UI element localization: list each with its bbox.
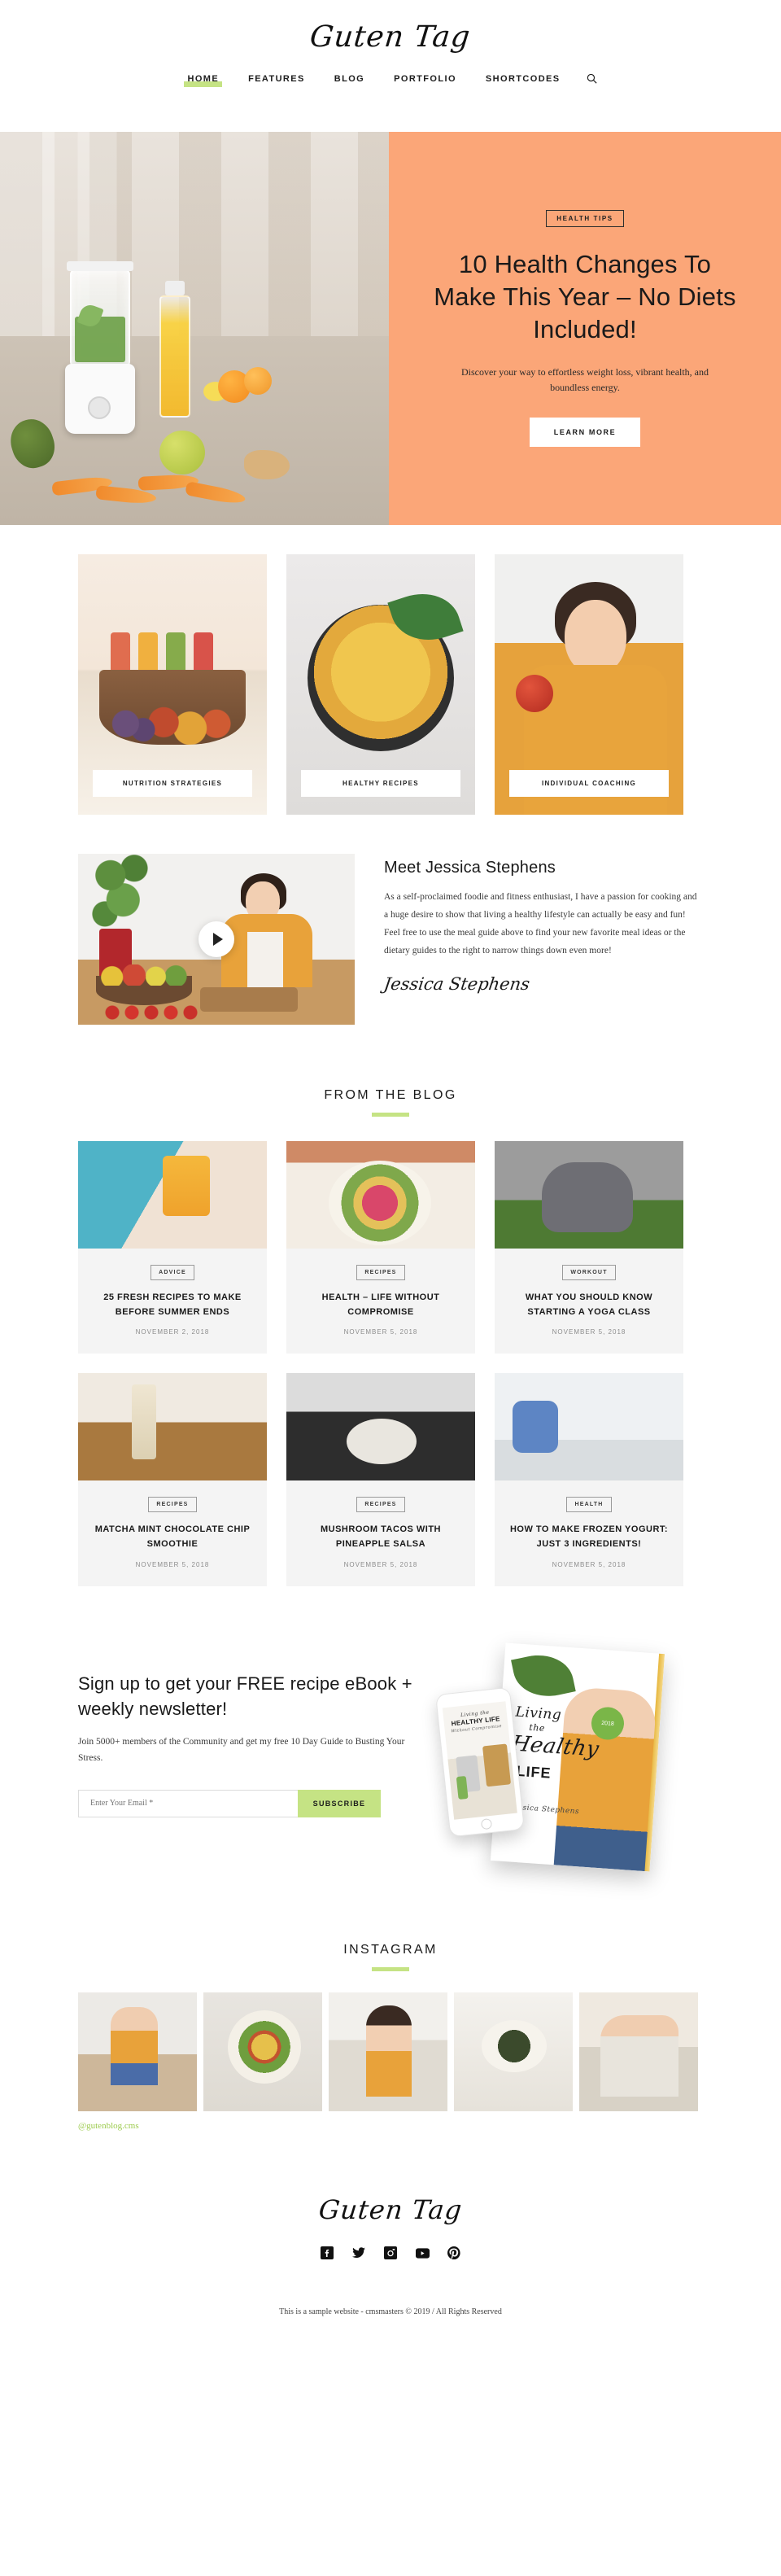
nav-item-portfolio[interactable]: PORTFOLIO [379,72,471,85]
about-title: Meet Jessica Stephens [384,859,556,877]
blog-post-title[interactable]: 25 FRESH RECIPES TO MAKE BEFORE SUMMER E… [89,1290,255,1319]
category-label[interactable]: INDIVIDUAL COACHING [509,770,669,797]
blog-post-image [286,1141,475,1249]
learn-more-button[interactable]: LEARN MORE [529,418,641,448]
hero-subtitle: Discover your way to effortless weight l… [460,365,709,394]
blog-post-category[interactable]: RECIPES [356,1265,405,1280]
category-label[interactable]: NUTRITION STRATEGIES [93,770,252,797]
blog-post-date: NOVEMBER 5, 2018 [552,1560,626,1568]
instagram-icon[interactable] [384,2246,398,2260]
blog-post-title[interactable]: WHAT YOU SHOULD KNOW STARTING A YOGA CLA… [506,1290,672,1319]
category-cards: NUTRITION STRATEGIES HEALTHY RECIPES IND… [0,525,781,815]
blog-section-title: FROM THE BLOG [324,1088,457,1102]
blog-post-image [286,1373,475,1481]
hero-tag-badge: HEALTH TIPS [546,209,624,227]
newsletter-product-mockup: Living the Healthy LIFE 2018 Jessica Ste… [435,1642,703,1879]
search-icon[interactable] [575,72,609,85]
newsletter-section: Sign up to get your FREE recipe eBook + … [0,1586,781,1879]
blog-post-card[interactable]: ADVICE 25 FRESH RECIPES TO MAKE BEFORE S… [78,1141,267,1354]
blog-post-image [495,1373,683,1481]
hero-title: 10 Health Changes To Make This Year – No… [434,249,736,344]
blog-post-title[interactable]: MATCHA MINT CHOCOLATE CHIP SMOOTHIE [89,1522,255,1551]
newsletter-subtitle: Join 5000+ members of the Community and … [78,1737,405,1764]
blog-post-title[interactable]: HEALTH – LIFE WITHOUT COMPROMISE [298,1290,464,1319]
instagram-section-header: INSTAGRAM [0,1879,781,1971]
site-footer: Guten Tag This is a sample website - cms… [0,2131,781,2338]
blog-post-card[interactable]: HEALTH HOW TO MAKE FROZEN YOGURT: JUST 3… [495,1373,683,1586]
email-field[interactable] [78,1789,298,1817]
nav-item-blog[interactable]: BLOG [320,72,379,85]
blog-post-title[interactable]: MUSHROOM TACOS WITH PINEAPPLE SALSA [298,1522,464,1551]
instagram-grid [0,1971,781,2111]
about-text: Meet Jessica Stephens As a self-proclaim… [382,854,703,995]
newsletter-title: Sign up to get your FREE recipe eBook + … [78,1673,412,1720]
instagram-handle[interactable]: @gutenblog.cms [0,2111,781,2131]
phone-home-button [480,1817,493,1830]
main-navigation: HOME FEATURES BLOG PORTFOLIO SHORTCODES [0,72,781,87]
blog-post-date: NOVEMBER 5, 2018 [343,1560,418,1568]
instagram-section-title: INSTAGRAM [343,1942,438,1957]
newsletter-copy: Sign up to get your FREE recipe eBook + … [78,1643,420,1817]
instagram-photo[interactable] [579,1992,698,2111]
nav-item-features[interactable]: FEATURES [233,72,320,85]
newsletter-form: SUBSCRIBE [78,1789,381,1817]
play-icon[interactable] [199,921,234,957]
social-links [0,2246,781,2260]
ebook-line1: Living [514,1703,562,1724]
about-signature: Jessica Stephens [382,974,531,995]
category-card-recipes[interactable]: HEALTHY RECIPES [286,554,475,815]
ebook-line2: the [528,1721,546,1734]
youtube-icon[interactable] [415,2246,430,2260]
blog-post-card[interactable]: WORKOUT WHAT YOU SHOULD KNOW STARTING A … [495,1141,683,1354]
about-body: As a self-proclaimed foodie and fitness … [384,892,697,956]
blog-post-image [495,1141,683,1249]
blog-post-card[interactable]: RECIPES HEALTH – LIFE WITHOUT COMPROMISE… [286,1141,475,1354]
blog-post-category[interactable]: WORKOUT [562,1265,616,1280]
blog-grid: ADVICE 25 FRESH RECIPES TO MAKE BEFORE S… [0,1117,781,1586]
hero-image [0,132,389,525]
hero-section: HEALTH TIPS 10 Health Changes To Make Th… [0,132,781,525]
blog-post-category[interactable]: RECIPES [356,1497,405,1513]
blog-post-image [78,1141,267,1249]
instagram-photo[interactable] [203,1992,322,2111]
site-header: Guten Tag HOME FEATURES BLOG PORTFOLIO S… [0,0,781,132]
blog-post-date: NOVEMBER 5, 2018 [135,1560,210,1568]
category-card-coaching[interactable]: INDIVIDUAL COACHING [495,554,683,815]
blog-post-category[interactable]: ADVICE [151,1265,194,1280]
footer-logo[interactable]: Guten Tag [317,2194,464,2225]
nav-item-home[interactable]: HOME [172,72,233,87]
instagram-photo[interactable] [78,1992,197,2111]
blog-post-category[interactable]: HEALTH [566,1497,612,1513]
about-video-thumbnail[interactable] [78,854,355,1025]
copyright-text: This is a sample website - cmsmasters © … [279,2307,502,2316]
blog-post-category[interactable]: RECIPES [148,1497,197,1513]
blog-post-date: NOVEMBER 2, 2018 [135,1328,210,1336]
phone-mockup: Living the HEALTHY LIFE Without Compromi… [435,1686,525,1837]
ebook-line4: LIFE [515,1762,552,1782]
blog-post-date: NOVEMBER 5, 2018 [552,1328,626,1336]
logo-wrap: Guten Tag [0,0,781,54]
hero-panel: HEALTH TIPS 10 Health Changes To Make Th… [389,132,781,525]
subscribe-button[interactable]: SUBSCRIBE [298,1789,381,1817]
twitter-icon[interactable] [352,2246,366,2260]
blog-post-card[interactable]: RECIPES MATCHA MINT CHOCOLATE CHIP SMOOT… [78,1373,267,1586]
pinterest-icon[interactable] [447,2246,461,2260]
blog-post-image [78,1373,267,1481]
nav-item-shortcodes[interactable]: SHORTCODES [471,72,575,85]
category-card-nutrition[interactable]: NUTRITION STRATEGIES [78,554,267,815]
nav-label: HOME [187,73,220,84]
blog-section-header: FROM THE BLOG [0,1025,781,1117]
about-section: Meet Jessica Stephens As a self-proclaim… [0,815,781,1025]
instagram-photo[interactable] [454,1992,573,2111]
category-label[interactable]: HEALTHY RECIPES [301,770,460,797]
blog-post-card[interactable]: RECIPES MUSHROOM TACOS WITH PINEAPPLE SA… [286,1373,475,1586]
blog-post-date: NOVEMBER 5, 2018 [343,1328,418,1336]
site-logo[interactable]: Guten Tag [308,20,472,54]
facebook-icon[interactable] [321,2246,334,2260]
instagram-photo[interactable] [329,1992,447,2111]
blog-post-title[interactable]: HOW TO MAKE FROZEN YOGURT: JUST 3 INGRED… [506,1522,672,1551]
